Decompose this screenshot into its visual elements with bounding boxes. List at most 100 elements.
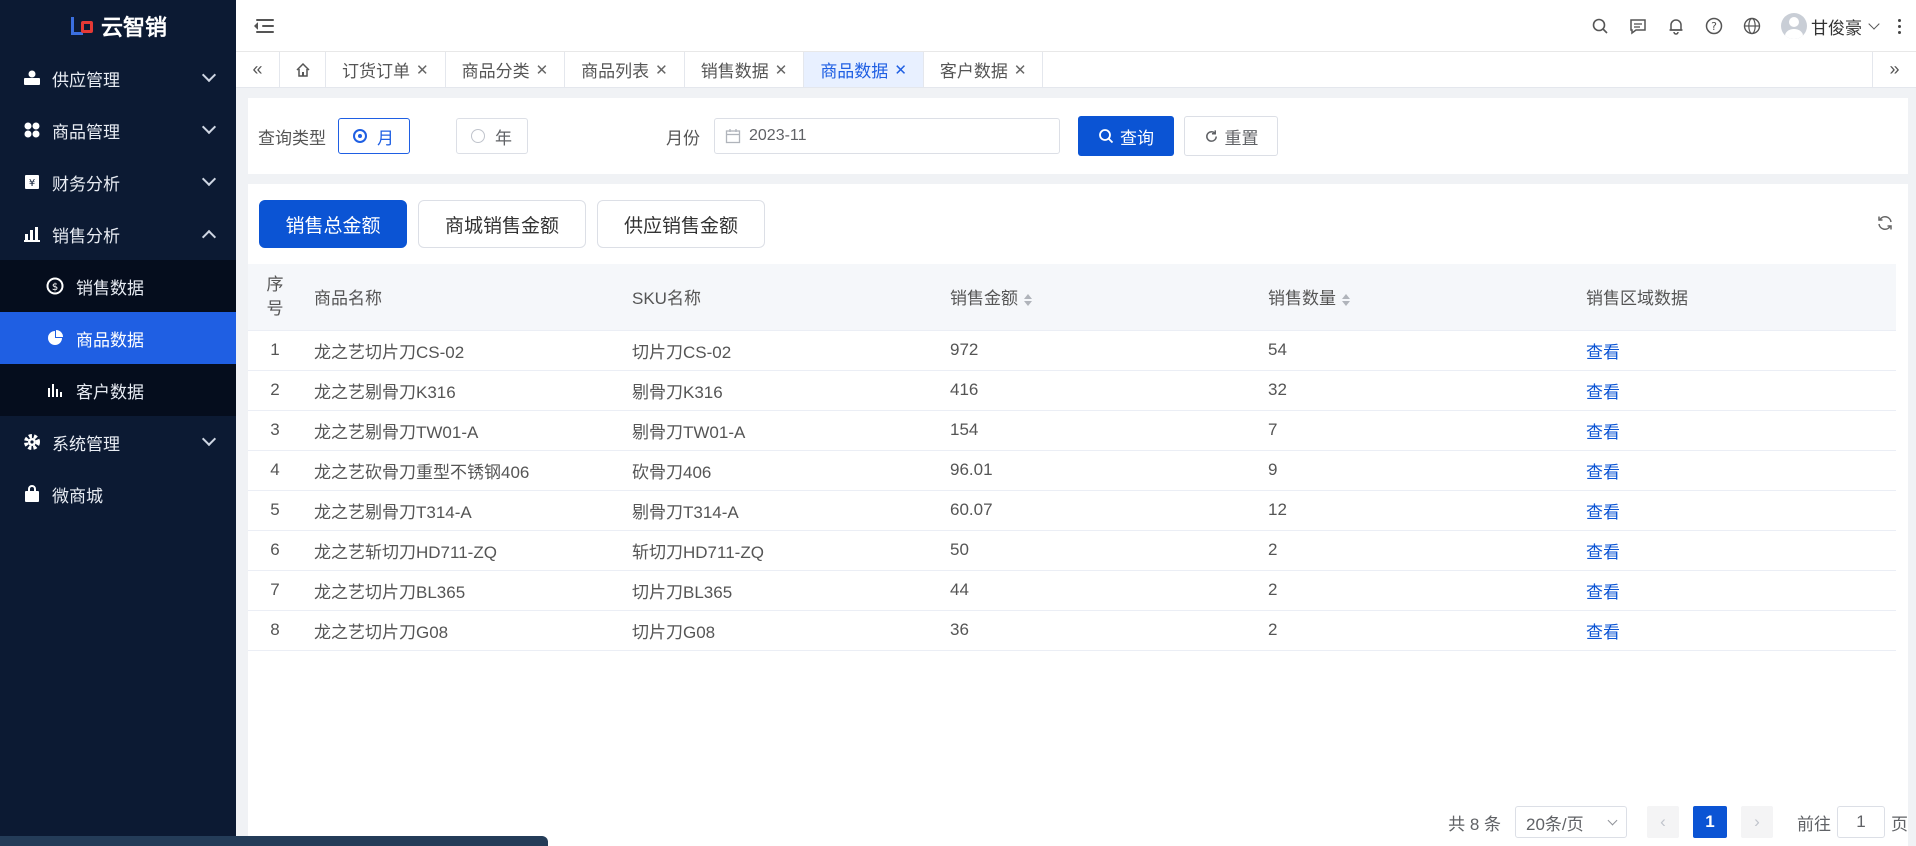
- close-icon[interactable]: ✕: [775, 61, 788, 79]
- view-region-link[interactable]: 查看: [1586, 463, 1620, 482]
- language-icon[interactable]: [1743, 17, 1761, 35]
- tab-order[interactable]: 订货订单 ✕: [326, 52, 446, 87]
- cell-index: 1: [248, 330, 302, 371]
- menu-collapse-icon[interactable]: [254, 18, 274, 34]
- sidebar-subitem-goods-data[interactable]: 商品数据: [0, 312, 236, 364]
- tab-label: 商品数据: [820, 62, 889, 81]
- user-menu[interactable]: 甘俊豪: [1781, 13, 1880, 39]
- sidebar-item-finance[interactable]: ¥ 财务分析: [0, 156, 236, 208]
- col-header-label: SKU名称: [632, 289, 701, 309]
- segment-total-sales[interactable]: 销售总金额: [259, 200, 407, 248]
- message-icon[interactable]: [1629, 17, 1647, 35]
- sidebar-item-mall[interactable]: 微商城: [0, 468, 236, 520]
- help-icon[interactable]: ?: [1705, 17, 1723, 35]
- tabs-scroll-right-icon[interactable]: »: [1872, 52, 1916, 87]
- view-region-link[interactable]: 查看: [1586, 423, 1620, 442]
- sort-icon[interactable]: [1342, 293, 1350, 306]
- cell-index: 4: [248, 450, 302, 491]
- table-row: 8 龙之艺切片刀G08 切片刀G08 36 2 查看: [248, 610, 1896, 651]
- table-row: 5 龙之艺剔骨刀T314-A 剔骨刀T314-A 60.07 12 查看: [248, 490, 1896, 531]
- page-size-select[interactable]: 20条/页: [1515, 806, 1627, 838]
- logo[interactable]: 云智销: [0, 0, 236, 52]
- bell-icon[interactable]: [1667, 17, 1685, 35]
- next-page-button[interactable]: ›: [1741, 806, 1773, 838]
- month-label: 月份: [666, 128, 700, 148]
- table-row: 4 龙之艺砍骨刀重型不锈钢406 砍骨刀406 96.01 9 查看: [248, 450, 1896, 491]
- query-type-label: 查询类型: [258, 128, 326, 148]
- view-region-link[interactable]: 查看: [1586, 503, 1620, 522]
- goods-icon: [22, 120, 42, 140]
- page-number-current[interactable]: 1: [1693, 806, 1727, 838]
- cell-index: 5: [248, 490, 302, 531]
- view-region-link[interactable]: 查看: [1586, 543, 1620, 562]
- cell-goods-name: 龙之艺切片刀BL365: [302, 570, 620, 611]
- sidebar-item-label: 商品管理: [52, 122, 120, 142]
- tab-label: 客户数据: [939, 62, 1008, 81]
- radio-year[interactable]: 年: [456, 118, 528, 154]
- tab-category[interactable]: 商品分类 ✕: [446, 52, 566, 87]
- col-header-sales-qty[interactable]: 销售数量: [1256, 264, 1574, 331]
- close-icon[interactable]: ✕: [894, 61, 907, 79]
- goto-page-input[interactable]: 1: [1837, 806, 1885, 838]
- radio-unchecked-icon: [471, 129, 485, 143]
- search-icon[interactable]: [1591, 17, 1609, 35]
- segment-supply-sales[interactable]: 供应销售金额: [597, 200, 765, 248]
- radio-month[interactable]: 月: [338, 118, 410, 154]
- sidebar-subitem-customer-data[interactable]: 客户数据: [0, 364, 236, 416]
- cell-sales-qty: 32: [1256, 370, 1574, 411]
- cell-goods-name: 龙之艺切片刀G08: [302, 610, 620, 651]
- cell-sales-qty: 54: [1256, 330, 1574, 371]
- query-button[interactable]: 查询: [1078, 116, 1174, 156]
- view-region-link[interactable]: 查看: [1586, 383, 1620, 402]
- view-region-link[interactable]: 查看: [1586, 623, 1620, 642]
- status-bar-url: [0, 836, 548, 846]
- refresh-icon[interactable]: [1876, 214, 1894, 232]
- sidebar-item-label: 微商城: [52, 486, 103, 506]
- cell-sku-name: 斩切刀HD711-ZQ: [620, 530, 938, 571]
- table-row: 6 龙之艺斩切刀HD711-ZQ 斩切刀HD711-ZQ 50 2 查看: [248, 530, 1896, 571]
- main-panel: 销售总金额 商城销售金额 供应销售金额 序号 商品名称 SKU名称 销售金额 销…: [248, 184, 1908, 846]
- reset-button[interactable]: 重置: [1184, 116, 1278, 156]
- logo-text: 云智销: [100, 15, 167, 40]
- table-row: 2 龙之艺剔骨刀K316 剔骨刀K316 416 32 查看: [248, 370, 1896, 411]
- close-icon[interactable]: ✕: [655, 61, 668, 79]
- sidebar-item-sales-analysis[interactable]: 销售分析: [0, 208, 236, 260]
- segment-mall-sales[interactable]: 商城销售金额: [418, 200, 586, 248]
- cell-sales-qty: 2: [1256, 610, 1574, 651]
- col-header-sales-amount[interactable]: 销售金额: [938, 264, 1256, 331]
- tab-label: 商品列表: [581, 62, 650, 81]
- close-icon[interactable]: ✕: [416, 61, 429, 79]
- tab-customer-data[interactable]: 客户数据 ✕: [924, 52, 1044, 87]
- tab-label: 销售数据: [700, 62, 769, 81]
- tab-sales-data[interactable]: 销售数据 ✕: [685, 52, 805, 87]
- cell-index: 8: [248, 610, 302, 651]
- tab-goods-list[interactable]: 商品列表 ✕: [565, 52, 685, 87]
- sidebar-item-label: 销售分析: [52, 226, 120, 246]
- cell-sales-qty: 7: [1256, 410, 1574, 451]
- more-vertical-icon[interactable]: [1898, 18, 1902, 34]
- cell-sales-amount: 96.01: [938, 450, 1256, 491]
- sidebar-item-supply[interactable]: 供应管理: [0, 52, 236, 104]
- chevron-down-icon: [1868, 18, 1880, 30]
- view-region-link[interactable]: 查看: [1586, 583, 1620, 602]
- sidebar-item-goods[interactable]: 商品管理: [0, 104, 236, 156]
- sidebar-item-system[interactable]: 系统管理: [0, 416, 236, 468]
- prev-page-button[interactable]: ‹: [1647, 806, 1679, 838]
- top-header: ? 甘俊豪: [236, 0, 1916, 52]
- cell-goods-name: 龙之艺砍骨刀重型不锈钢406: [302, 450, 620, 491]
- sidebar-subitem-sales-data[interactable]: $ 销售数据: [0, 260, 236, 312]
- close-icon[interactable]: ✕: [536, 61, 549, 79]
- home-tab[interactable]: [280, 52, 326, 87]
- col-header-goods-name: 商品名称: [302, 264, 620, 331]
- view-region-link[interactable]: 查看: [1586, 343, 1620, 362]
- chevron-down-icon: [201, 119, 217, 135]
- table-row: 3 龙之艺剔骨刀TW01-A 剔骨刀TW01-A 154 7 查看: [248, 410, 1896, 451]
- close-icon[interactable]: ✕: [1014, 61, 1027, 79]
- month-picker[interactable]: 2023-11: [714, 118, 1060, 154]
- search-panel: 查询类型 月 年 月份 2023-11 查询 重置: [248, 98, 1908, 174]
- tab-goods-data[interactable]: 商品数据 ✕: [804, 52, 924, 87]
- cell-sales-amount: 972: [938, 330, 1256, 371]
- tabs-scroll-left-icon[interactable]: «: [236, 52, 280, 87]
- cell-index: 7: [248, 570, 302, 611]
- sort-icon[interactable]: [1024, 293, 1032, 306]
